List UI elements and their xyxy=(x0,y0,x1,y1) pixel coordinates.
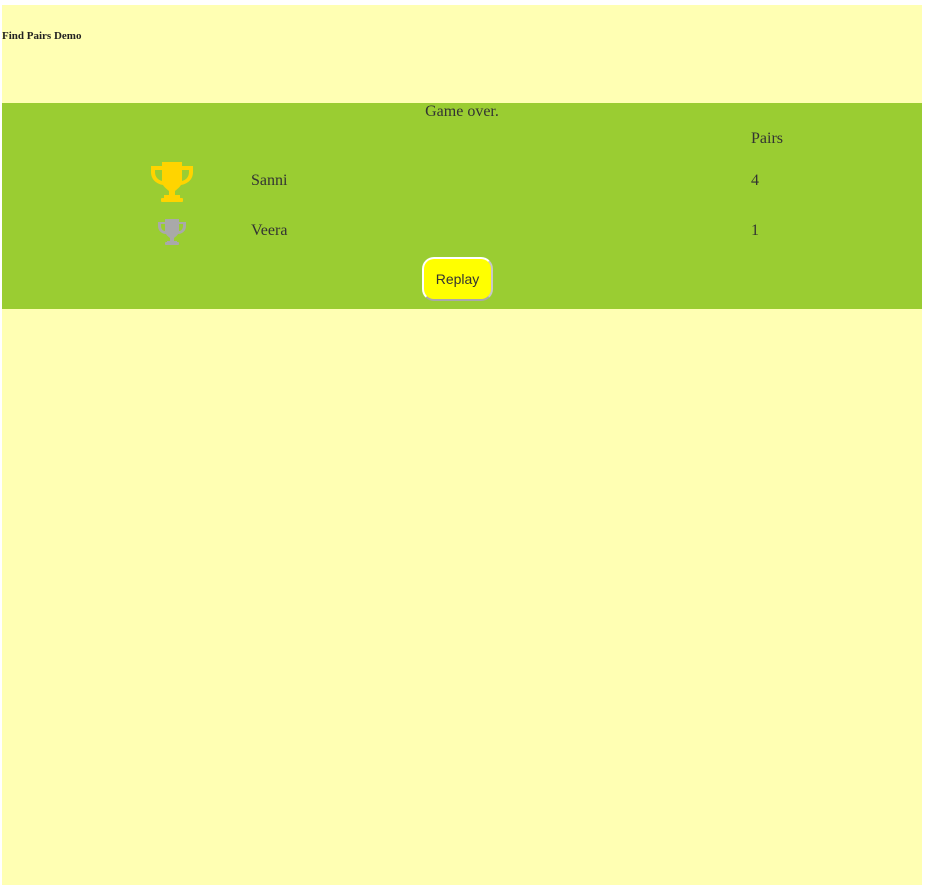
player-name: Sanni xyxy=(251,172,288,189)
silver-trophy-icon xyxy=(156,217,188,247)
player-pairs: 4 xyxy=(751,172,759,189)
player-row-sanni: Sanni 4 xyxy=(2,158,922,204)
app-title: Find Pairs Demo xyxy=(2,30,82,42)
game-over-message: Game over. xyxy=(425,103,499,120)
player-name: Veera xyxy=(251,222,288,239)
page: Find Pairs Demo Game over. Pairs Sanni 4 xyxy=(2,5,922,885)
results-panel: Game over. Pairs Sanni 4 Veera 1 Replay xyxy=(2,103,922,309)
gold-trophy-icon xyxy=(148,160,196,204)
player-pairs: 1 xyxy=(751,222,759,239)
player-row-veera: Veera 1 xyxy=(2,213,922,259)
pairs-column-header: Pairs xyxy=(751,130,783,147)
replay-button[interactable]: Replay xyxy=(422,257,493,301)
